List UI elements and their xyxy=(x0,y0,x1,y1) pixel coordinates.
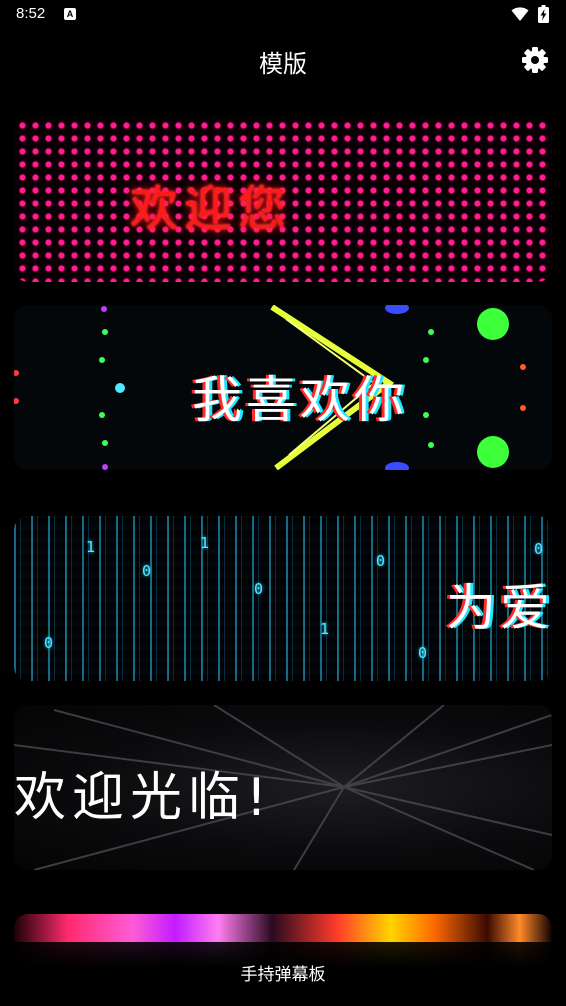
notification-app-icon: A xyxy=(64,8,76,20)
wifi-icon xyxy=(511,7,529,21)
template-text: 欢迎光临! xyxy=(14,768,273,828)
template-card-tunnel-welcome[interactable]: 欢迎光临! xyxy=(14,705,552,870)
template-text: 为爱 xyxy=(446,579,552,637)
bottom-bar: 手持弹幕板 xyxy=(0,942,566,1006)
app-name-label: 手持弹幕板 xyxy=(240,965,326,985)
matrix-digit: 0 xyxy=(534,540,544,558)
battery-charging-icon xyxy=(538,5,549,23)
matrix-digit: 0 xyxy=(418,644,428,662)
settings-button[interactable] xyxy=(518,43,552,77)
status-time: 8:52 xyxy=(16,5,46,22)
matrix-digit: 1 xyxy=(200,534,210,552)
template-text: 我喜欢你 xyxy=(192,371,408,429)
matrix-digit: 0 xyxy=(44,634,54,652)
status-bar: 8:52 A xyxy=(0,0,566,30)
template-card-matrix-love[interactable]: 1 0 1 0 1 0 0 0 0 为爱 xyxy=(14,516,552,681)
matrix-digit: 0 xyxy=(376,552,386,570)
app-bar: 模版 xyxy=(0,30,566,90)
matrix-digit: 1 xyxy=(86,538,96,556)
gear-icon xyxy=(522,47,548,73)
template-card-led-welcome[interactable]: 欢迎您 xyxy=(14,117,552,282)
page-title: 模版 xyxy=(259,50,307,78)
template-card-neon-love[interactable]: 我喜欢你 xyxy=(14,305,552,470)
screen: 8:52 A 模版 欢迎您 我喜欢你 1 0 1 0 1 0 0 0 0 为爱 … xyxy=(0,0,566,1006)
matrix-digit: 0 xyxy=(254,580,264,598)
matrix-digit: 0 xyxy=(142,562,152,580)
template-text: 欢迎您 xyxy=(130,181,293,237)
matrix-digit: 1 xyxy=(320,620,330,638)
